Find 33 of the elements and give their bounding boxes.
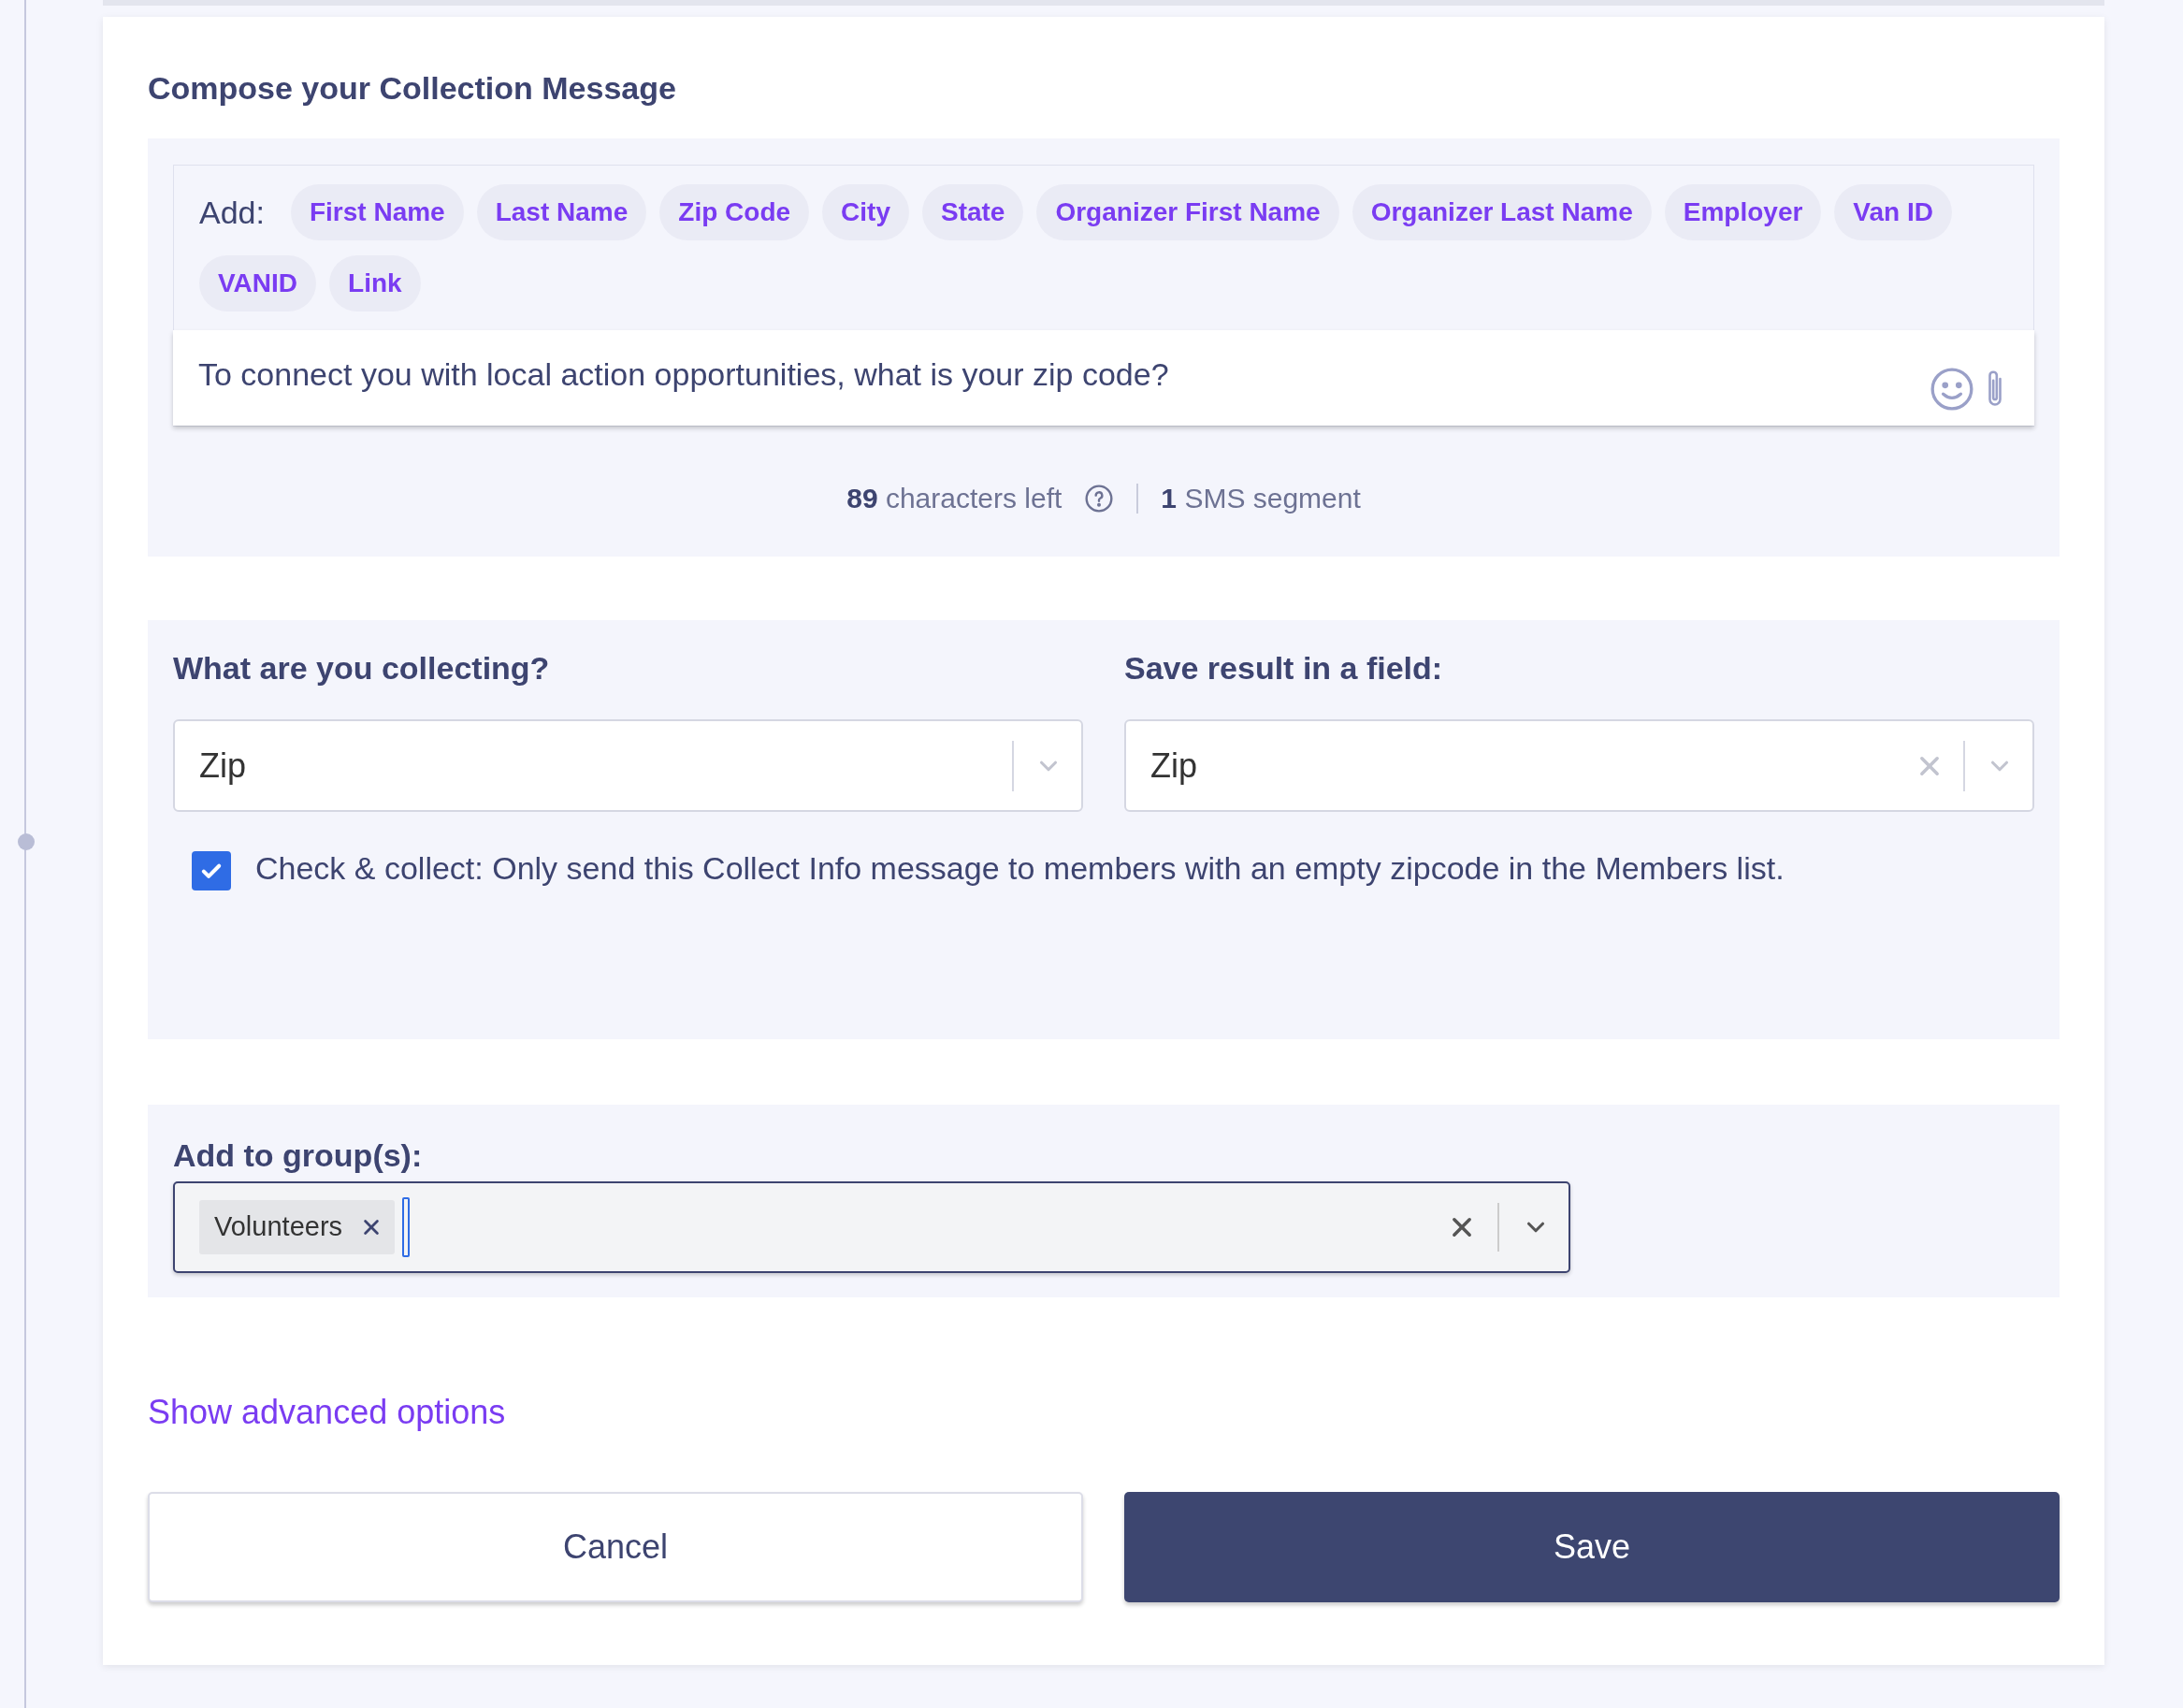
text-cursor	[402, 1197, 411, 1257]
token-chip[interactable]: Last Name	[476, 184, 647, 240]
advanced-options-link[interactable]: Show advanced options	[148, 1393, 506, 1431]
group-select[interactable]: Volunteers	[173, 1181, 1570, 1273]
token-chip[interactable]: State	[921, 184, 1024, 240]
save-button[interactable]: Save	[1124, 1492, 2060, 1602]
token-chip[interactable]: Link	[329, 255, 421, 311]
field-label: Save result in a field:	[1124, 649, 1444, 688]
chip-label: Volunteers	[214, 1210, 343, 1244]
characters-left: 89 characters left	[846, 482, 1063, 515]
token-chip[interactable]: Employer	[1664, 184, 1822, 240]
token-chip[interactable]: Organizer First Name	[1036, 184, 1339, 240]
sms-segments: 1 SMS segment	[1161, 482, 1361, 515]
field-label: Add to group(s):	[173, 1136, 424, 1175]
token-chip[interactable]: Organizer Last Name	[1352, 184, 1652, 240]
message-text: To connect you with local action opportunities, what is your zip code?	[198, 355, 1169, 394]
token-chip[interactable]: Zip Code	[659, 184, 810, 240]
select-value: Zip	[1150, 745, 1198, 787]
help-icon[interactable]	[1084, 483, 1115, 514]
field-label: What are you collecting?	[173, 649, 551, 688]
token-chip[interactable]: Van ID	[1834, 184, 1952, 240]
select-field[interactable]: Zip	[173, 719, 1083, 812]
emoji-icon[interactable]	[1929, 366, 1975, 413]
token-chip[interactable]: VANID	[199, 255, 317, 311]
cancel-button[interactable]: Cancel	[148, 1492, 1083, 1602]
select-value: Zip	[199, 745, 247, 787]
checkbox[interactable]	[192, 851, 231, 890]
section-title: Compose your Collection Message	[148, 69, 677, 108]
checkbox-label: Check & collect: Only send this Collect Info message to members with an empty zipcode in the Members list.	[255, 849, 1785, 888]
message-field[interactable]: To connect you with local action opportunities, what is your zip code?	[173, 330, 2034, 426]
token-chip[interactable]: First Name	[290, 184, 464, 240]
token-chip[interactable]: City	[822, 184, 909, 240]
add-label: Add:	[199, 193, 265, 232]
